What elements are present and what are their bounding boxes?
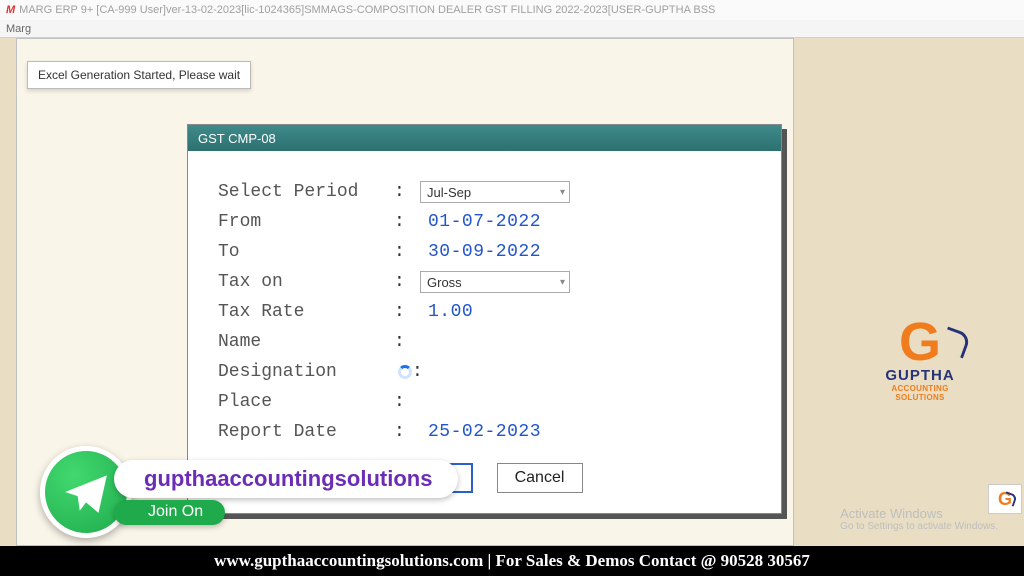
brand-tagline: ACCOUNTING SOLUTIONS (866, 384, 974, 402)
app-logo-icon: M (6, 4, 15, 16)
activate-line2: Go to Settings to activate Windows. (840, 521, 998, 532)
value-to: 30-09-2022 (420, 242, 541, 262)
activate-line1: Activate Windows (840, 506, 998, 521)
select-taxon-value: Gross (427, 275, 462, 290)
label-place: Place (218, 392, 394, 412)
select-period-value: Jul-Sep (427, 185, 471, 200)
telegram-handle: gupthaaccountingsolutions (114, 460, 458, 498)
value-reportdate: 25-02-2023 (420, 422, 541, 442)
chevron-down-icon: ▾ (560, 187, 565, 198)
corner-brand-icon: G (988, 484, 1022, 514)
brand-g-icon: G (866, 318, 974, 367)
telegram-join: Join On (114, 500, 225, 525)
cancel-button[interactable]: Cancel (497, 463, 583, 493)
value-taxrate: 1.00 (420, 302, 473, 322)
label-to: To (218, 242, 394, 262)
workspace: Excel Generation Started, Please wait GS… (0, 38, 1024, 546)
window-titlebar: M MARG ERP 9+ [CA-999 User]ver-13-02-202… (0, 0, 1024, 20)
label-designation: Designation (218, 362, 394, 382)
select-period[interactable]: Jul-Sep ▾ (420, 181, 570, 203)
telegram-badge[interactable]: gupthaaccountingsolutions Join On (40, 446, 458, 538)
value-from: 01-07-2022 (420, 212, 541, 232)
footer-bar: www.gupthaaccountingsolutions.com | For … (0, 546, 1024, 576)
label-period: Select Period (218, 182, 394, 202)
brand-logo: G GUPTHA ACCOUNTING SOLUTIONS (866, 318, 974, 402)
label-taxrate: Tax Rate (218, 302, 394, 322)
menubar[interactable]: Marg (0, 20, 1024, 38)
menu-item-marg[interactable]: Marg (6, 23, 31, 35)
toast-text: Excel Generation Started, Please wait (38, 68, 240, 82)
activate-windows-watermark: Activate Windows Go to Settings to activ… (840, 506, 998, 532)
chevron-down-icon: ▾ (560, 277, 565, 288)
loading-spinner-icon (398, 365, 412, 379)
toast-excel-started: Excel Generation Started, Please wait (27, 61, 251, 89)
label-reportdate: Report Date (218, 422, 394, 442)
select-taxon[interactable]: Gross ▾ (420, 271, 570, 293)
label-taxon: Tax on (218, 272, 394, 292)
dialog-title[interactable]: GST CMP-08 (188, 125, 781, 151)
window-title: MARG ERP 9+ [CA-999 User]ver-13-02-2023[… (19, 4, 715, 16)
label-name: Name (218, 332, 394, 352)
label-from: From (218, 212, 394, 232)
footer-text: www.gupthaaccountingsolutions.com | For … (214, 551, 810, 571)
